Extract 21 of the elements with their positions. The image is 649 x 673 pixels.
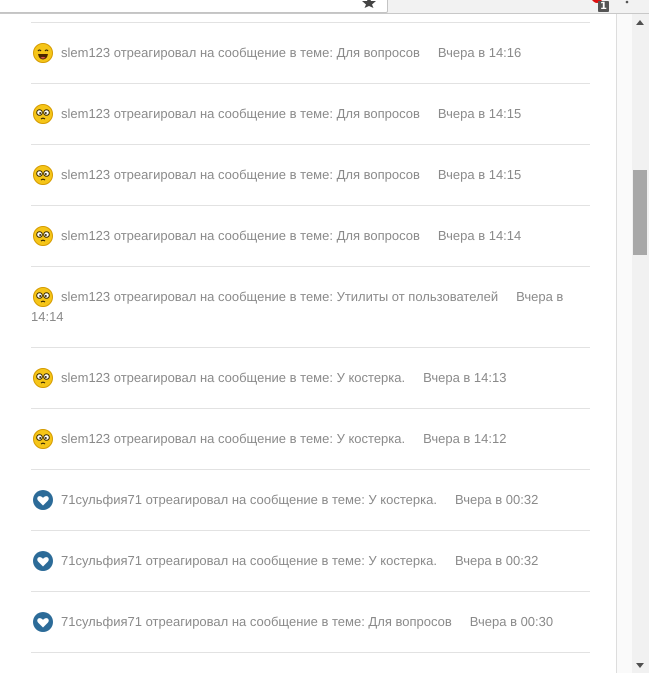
confused-emoji-icon xyxy=(33,368,53,388)
alert-text[interactable]: slem123 отреагировал на сообщение в теме: Утилиты от пользователей Вчера в 14:14 xyxy=(31,287,590,327)
alert-text[interactable]: slem123 отреагировал на сообщение в теме: Для вопросов Вчера в 14:15 xyxy=(31,104,590,124)
alert-text[interactable]: slem123 отреагировал на сообщение в теме: У костерка. Вчера в 14:12 xyxy=(31,429,590,449)
alert-text[interactable]: 71сульфия71 отреагировал на сообщение в теме: У костерка. Вчера в 00:32 xyxy=(31,551,590,571)
confused-emoji-icon xyxy=(33,226,53,246)
alert-text[interactable]: slem123 отреагировал на сообщение в теме: У костерка. Вчера в 14:13 xyxy=(31,368,590,388)
scroll-down-arrow-icon[interactable] xyxy=(636,663,644,668)
scrollbar-thumb[interactable] xyxy=(633,170,647,255)
alert-text[interactable]: 71сульфия71 отреагировал на сообщение в теме: Для вопросов Вчера в 00:30 xyxy=(31,612,590,632)
extension-badge: 1 xyxy=(598,1,609,12)
laughing-emoji-icon xyxy=(33,43,53,63)
confused-emoji-icon xyxy=(33,104,53,124)
scroll-up-arrow-icon[interactable] xyxy=(636,20,644,25)
alert-text[interactable]: slem123 отреагировал на сообщение в теме: Для вопросов Вчера в 14:15 xyxy=(31,165,590,185)
alert-text[interactable]: 71сульфия71 отреагировал на сообщение в теме: У костерка. Вчера в 00:32 xyxy=(31,490,590,510)
confused-emoji-icon xyxy=(33,287,53,307)
alert-text[interactable]: slem123 отреагировал на сообщение в теме: Для вопросов Вчера в 14:14 xyxy=(31,226,590,246)
confused-emoji-icon xyxy=(33,165,53,185)
confused-emoji-icon xyxy=(33,429,53,449)
alert-text[interactable]: slem123 отреагировал на сообщение в теме: Для вопросов Вчера в 14:16 xyxy=(31,43,590,63)
